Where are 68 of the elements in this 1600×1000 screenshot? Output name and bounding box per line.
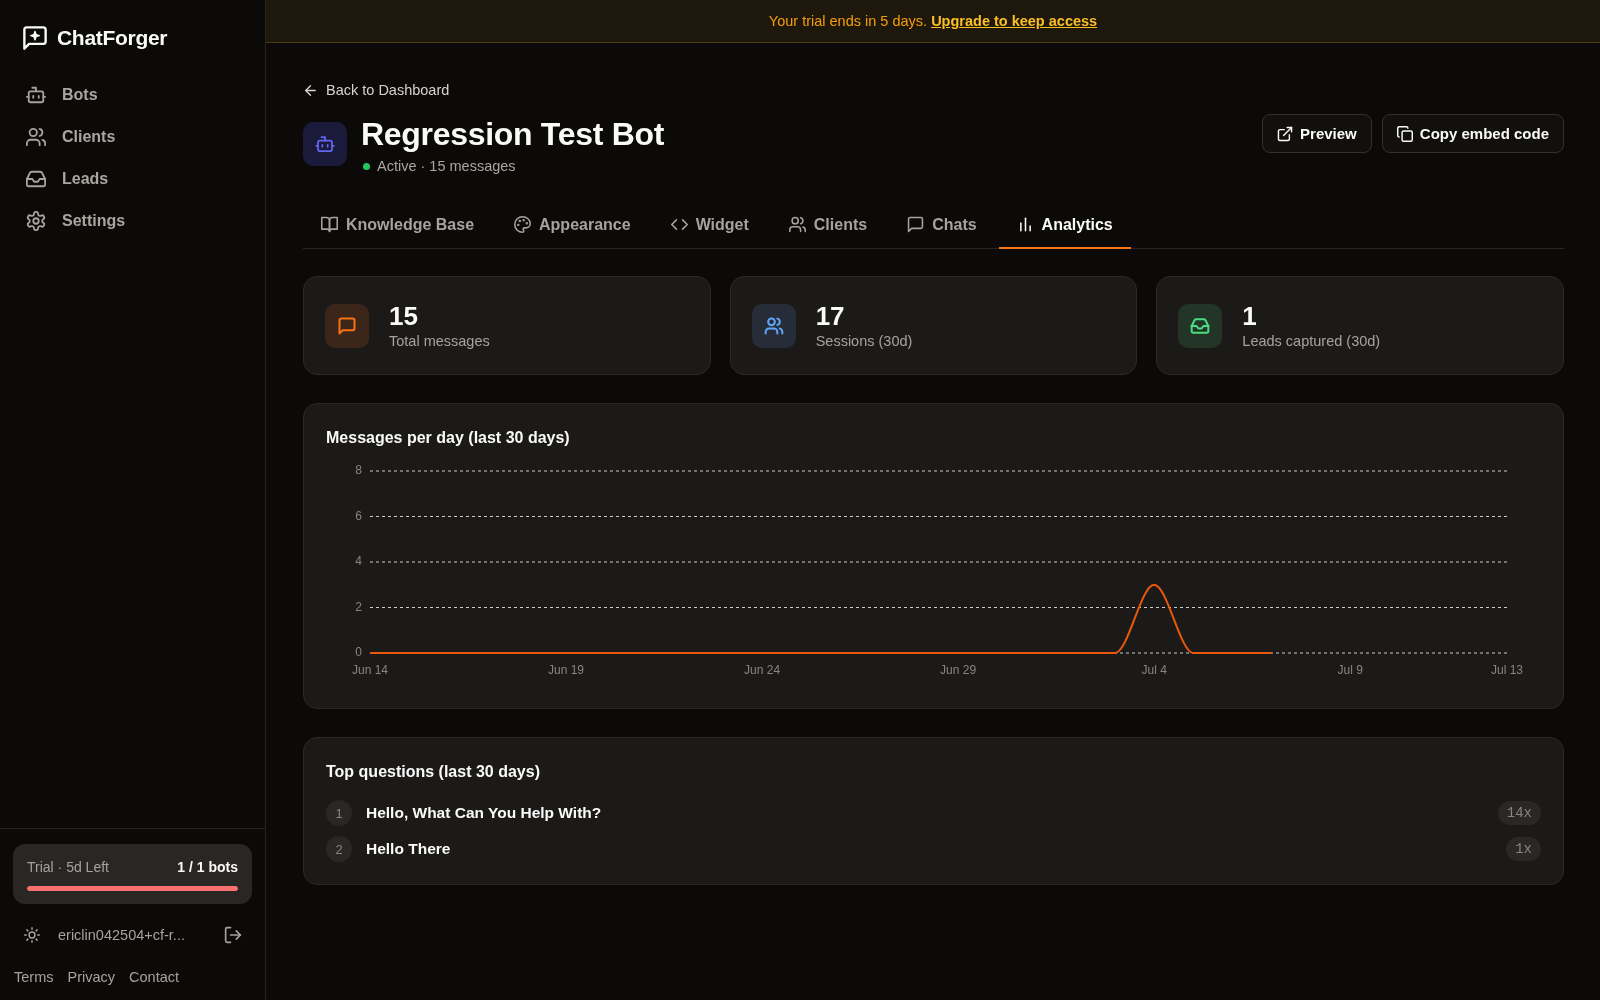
trial-status: Trial · 5d Left xyxy=(27,858,109,876)
footer-link[interactable]: Terms xyxy=(14,969,54,985)
footer-link[interactable]: Privacy xyxy=(67,969,116,985)
inbox-icon xyxy=(1178,303,1223,348)
code-icon xyxy=(670,216,688,233)
count-badge: 1x xyxy=(1506,837,1541,861)
y-axis-label: 0 xyxy=(355,645,362,660)
tab[interactable]: Knowledge Base xyxy=(303,202,493,249)
y-axis-label: 8 xyxy=(355,463,362,478)
chat-sparkle-icon xyxy=(22,25,48,51)
y-axis-label: 4 xyxy=(355,554,362,569)
nav-item[interactable]: Bots xyxy=(12,74,253,116)
user-email: ericlin042504+cf-r... xyxy=(58,927,186,943)
stat-value: 15 xyxy=(389,300,419,331)
stat-label: Leads captured (30d) xyxy=(1242,331,1381,351)
users-icon xyxy=(26,127,46,147)
users-icon xyxy=(788,216,806,233)
app-name: ChatForger xyxy=(57,26,168,50)
sun-icon[interactable] xyxy=(24,927,40,943)
chart-title: Messages per day (last 30 days) xyxy=(326,428,571,448)
y-axis-label: 2 xyxy=(355,599,362,614)
x-axis-label: Jul 9 xyxy=(1337,663,1363,678)
gear-icon xyxy=(26,211,46,231)
chat-bubble-icon xyxy=(907,216,925,233)
bot-name: Regression Test Bot xyxy=(361,115,665,153)
book-icon xyxy=(321,216,338,233)
bot-icon xyxy=(26,85,46,105)
chat-bubble-icon xyxy=(325,303,369,348)
question-text: Hello, What Can You Help With? xyxy=(366,804,603,822)
upgrade-link[interactable]: Upgrade to keep access xyxy=(931,13,1098,29)
x-axis-label: Jul 13 xyxy=(1491,663,1523,678)
count-badge: 14x xyxy=(1497,801,1541,825)
users-icon xyxy=(751,303,796,348)
bot-usage: 1 / 1 bots xyxy=(177,858,238,876)
nav-item[interactable]: Settings xyxy=(12,200,253,242)
tab[interactable]: Chats xyxy=(889,202,995,249)
trial-banner-text: Your trial ends in 5 days. Upgrade to keep access xyxy=(768,13,1098,29)
bot-status: Active · 15 messages xyxy=(377,157,516,176)
stat-label: Total messages xyxy=(389,331,490,351)
rank-badge: 2 xyxy=(326,836,352,862)
palette-icon xyxy=(514,216,532,233)
external-link-icon xyxy=(1277,125,1294,142)
stat-value: 17 xyxy=(815,300,846,331)
tab[interactable]: Analytics xyxy=(998,202,1131,249)
section-title: Top questions (last 30 days) xyxy=(326,762,541,782)
stat-value: 1 xyxy=(1242,300,1258,331)
bot-icon xyxy=(303,122,347,166)
footer-link[interactable]: Contact xyxy=(129,969,179,985)
tab[interactable]: Widget xyxy=(652,202,767,249)
stat-label: Sessions (30d) xyxy=(815,331,913,351)
inbox-icon xyxy=(26,169,46,189)
nav-item[interactable]: Leads xyxy=(12,158,253,200)
x-axis-label: Jul 4 xyxy=(1141,663,1167,678)
question-text: Hello There xyxy=(366,840,452,858)
copy-icon xyxy=(1396,125,1413,142)
copy-embed-button[interactable]: Copy embed code xyxy=(1381,114,1564,153)
tab[interactable]: Appearance xyxy=(496,202,649,249)
rank-badge: 1 xyxy=(326,800,352,826)
tab[interactable]: Clients xyxy=(770,202,886,249)
x-axis-label: Jun 24 xyxy=(744,663,781,678)
back-link[interactable]: Back to Dashboard xyxy=(303,80,450,100)
nav-item[interactable]: Clients xyxy=(12,116,253,158)
x-axis-label: Jun 29 xyxy=(940,663,977,678)
logout-icon[interactable] xyxy=(224,926,242,944)
y-axis-label: 6 xyxy=(355,508,362,523)
x-axis-label: Jun 19 xyxy=(548,663,585,678)
x-axis-label: Jun 14 xyxy=(352,663,388,678)
preview-button[interactable]: Preview xyxy=(1262,114,1372,153)
